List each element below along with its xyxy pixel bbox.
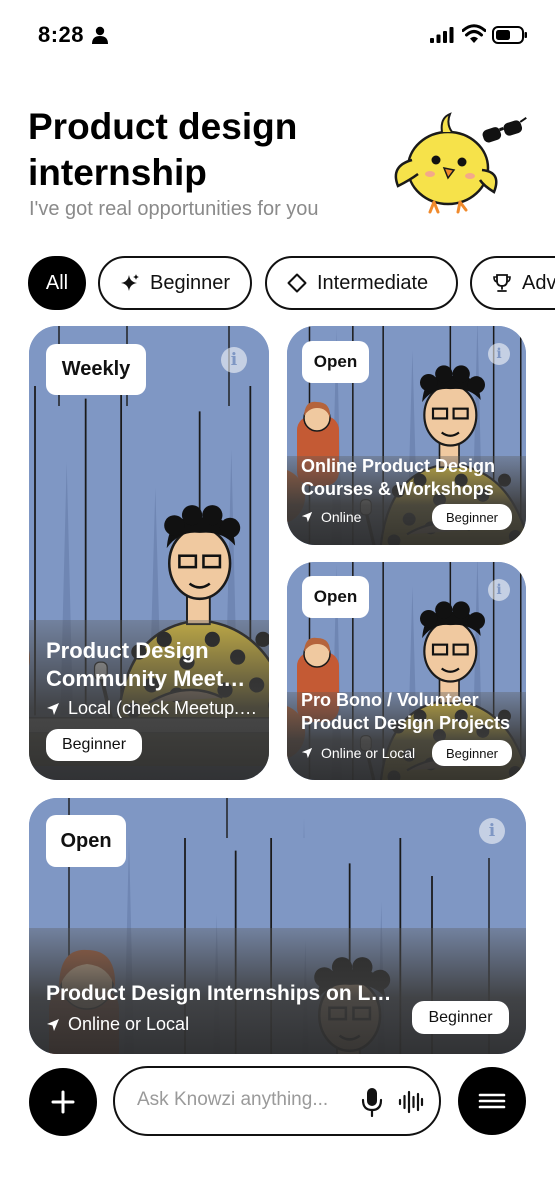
filter-chip-label: Advanced — [522, 271, 555, 294]
location-arrow-icon — [301, 511, 313, 523]
level-badge: Beginner — [432, 504, 512, 530]
card-location: Local (check Meetup.com) — [46, 698, 258, 719]
person-icon — [92, 26, 108, 44]
card-title: Product Design Internships on LinkedIn — [46, 982, 396, 1005]
location-text: Online or Local — [321, 745, 416, 761]
filter-chip-intermediate[interactable]: Intermediate — [265, 256, 458, 310]
opportunity-card[interactable]: Open i Pro Bono / Volunteer Product Desi… — [287, 562, 526, 780]
status-time: 8:28 — [38, 22, 85, 47]
page-subtitle: I've got real opportunities for you — [29, 198, 319, 220]
filter-chip-advanced[interactable]: Advanced — [470, 256, 555, 310]
filter-chip-beginner[interactable]: Beginner — [98, 256, 252, 310]
level-badge: Beginner — [46, 729, 142, 761]
card-location: Online — [301, 509, 431, 525]
wifi-icon — [462, 24, 486, 43]
microphone-icon[interactable] — [361, 1087, 383, 1117]
card-location: Online or Local — [46, 1014, 296, 1035]
location-text: Local (check Meetup.com) — [68, 698, 258, 718]
card-title-line: Pro Bono / Volunteer — [301, 690, 479, 710]
opportunity-card[interactable]: Open i Online Product Design Courses & W… — [287, 326, 526, 545]
info-icon[interactable]: i — [479, 818, 505, 844]
filter-chip-all[interactable]: All — [28, 256, 86, 310]
menu-button[interactable] — [458, 1067, 526, 1135]
mascot-chick-icon — [394, 112, 527, 214]
signal-icon — [430, 27, 454, 43]
status-badge: Weekly — [46, 344, 146, 395]
card-title-line: Product Design Projects — [301, 713, 511, 733]
location-text: Online — [321, 509, 362, 525]
ask-input[interactable] — [137, 1089, 347, 1111]
status-badge: Open — [46, 815, 126, 867]
card-location: Online or Local — [301, 745, 429, 761]
filter-chip-label: Beginner — [150, 271, 231, 294]
card-title: Pro Bono / Volunteer Product Design Proj… — [301, 689, 521, 735]
card-title: Online Product Design Courses & Workshop… — [301, 456, 496, 499]
level-badge: Beginner — [432, 740, 512, 766]
menu-icon — [478, 1093, 506, 1109]
filter-chips: All Beginner Intermediate Advanced — [28, 256, 555, 312]
filter-chip-label: Intermediate — [317, 271, 429, 294]
add-button[interactable] — [29, 1068, 97, 1136]
info-icon[interactable]: i — [488, 579, 510, 601]
location-arrow-icon — [47, 702, 59, 715]
card-title-line: Product Design — [46, 638, 209, 663]
status-badge: Open — [302, 576, 369, 618]
status-badge: Open — [302, 341, 369, 383]
sparkle-icon — [121, 274, 139, 291]
card-title-line: Community Meetups — [46, 666, 258, 691]
opportunity-card[interactable]: Weekly i Product Design Community Meetup… — [29, 326, 269, 780]
filter-chip-label: All — [45, 271, 69, 294]
opportunity-card[interactable]: Open i Product Design Internships on Lin… — [29, 798, 526, 1054]
location-text: Online or Local — [68, 1014, 190, 1034]
location-arrow-icon — [301, 747, 313, 759]
page-title: Product design internship — [28, 106, 298, 193]
battery-icon — [492, 26, 527, 44]
trophy-icon — [493, 274, 511, 292]
voice-wave-icon[interactable] — [398, 1089, 424, 1115]
diamond-icon — [287, 273, 307, 293]
info-icon[interactable]: i — [488, 343, 510, 365]
ask-bar — [113, 1066, 441, 1136]
plus-icon — [51, 1090, 75, 1114]
level-badge: Beginner — [412, 1001, 509, 1034]
status-bar: 8:28 — [0, 0, 555, 70]
location-arrow-icon — [47, 1018, 59, 1031]
card-title: Product Design Community Meetups — [46, 637, 258, 693]
info-icon[interactable]: i — [221, 347, 247, 373]
